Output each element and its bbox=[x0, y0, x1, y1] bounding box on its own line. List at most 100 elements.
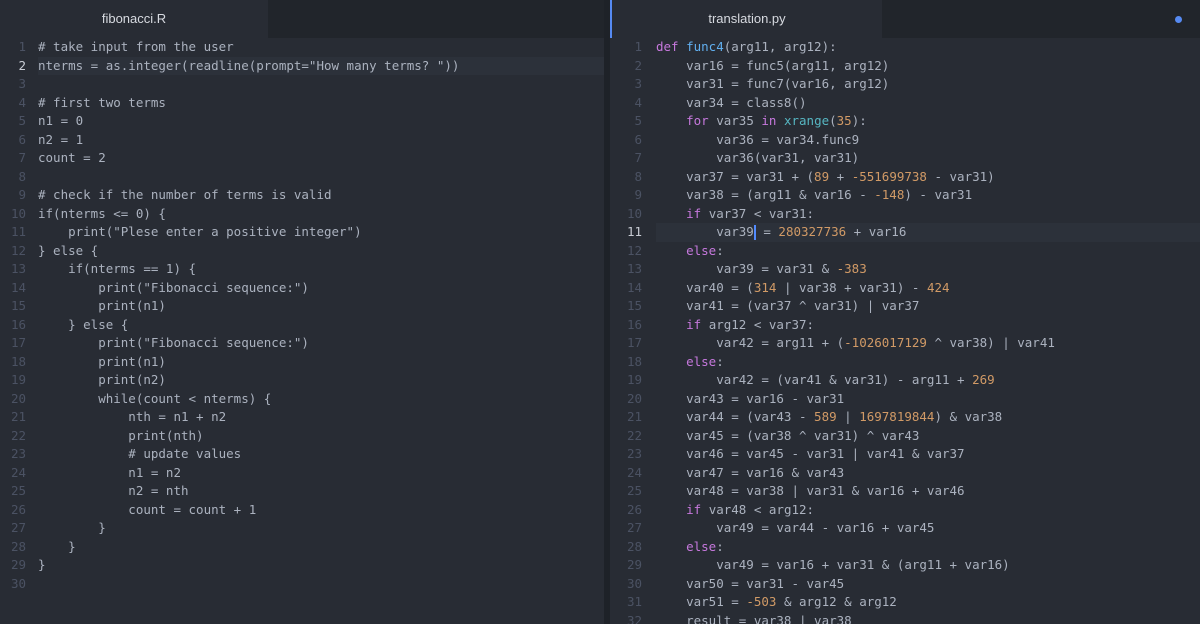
code-line[interactable]: # first two terms bbox=[38, 94, 604, 113]
code-line[interactable]: var41 = (var37 ^ var31) | var37 bbox=[656, 297, 1200, 316]
code-line[interactable]: else: bbox=[656, 353, 1200, 372]
line-number: 28 bbox=[626, 538, 642, 554]
code-line[interactable]: var39 = var31 & -383 bbox=[656, 260, 1200, 279]
line-number: 19 bbox=[10, 372, 26, 387]
code-area[interactable]: def func4(arg11, arg12): var16 = func5(a… bbox=[656, 38, 1200, 624]
line-number: 27 bbox=[626, 520, 642, 535]
code-line[interactable]: if arg12 < var37: bbox=[656, 316, 1200, 335]
code-line[interactable]: def func4(arg11, arg12): bbox=[656, 38, 1200, 57]
line-number: 21 bbox=[626, 409, 642, 424]
code-line[interactable]: var47 = var16 & var43 bbox=[656, 464, 1200, 483]
code-line[interactable]: var43 = var16 - var31 bbox=[656, 390, 1200, 409]
code-line[interactable]: var38 = (arg11 & var16 - -148) - var31 bbox=[656, 186, 1200, 205]
code-area[interactable]: # take input from the user nterms = as.in… bbox=[38, 38, 604, 624]
code-line[interactable]: else: bbox=[656, 538, 1200, 557]
tab-translation-py[interactable]: translation.py bbox=[610, 0, 882, 38]
code-line[interactable]: var46 = var45 - var31 | var41 & var37 bbox=[656, 445, 1200, 464]
code-line[interactable]: print(n1) bbox=[38, 353, 604, 372]
code-line[interactable]: print("Fibonacci sequence:") bbox=[38, 334, 604, 353]
line-number: 31 bbox=[626, 594, 642, 609]
code-line[interactable]: var44 = (var43 - 589 | 1697819844) & var… bbox=[656, 408, 1200, 427]
code-line[interactable]: # check if the number of terms is valid bbox=[38, 186, 604, 205]
line-number: 18 bbox=[626, 353, 642, 369]
code-line[interactable]: n2 = 1 bbox=[38, 131, 604, 150]
line-number: 5 bbox=[634, 113, 642, 128]
code-line[interactable]: print(n1) bbox=[38, 297, 604, 316]
code-line[interactable]: for var35 in xrange(35): bbox=[656, 112, 1200, 131]
line-number: 12 bbox=[626, 242, 642, 258]
code-line[interactable]: count = count + 1 bbox=[38, 501, 604, 520]
code-line[interactable]: nth = n1 + n2 bbox=[38, 408, 604, 427]
code-line[interactable]: else: bbox=[656, 242, 1200, 261]
code-line[interactable]: } bbox=[38, 556, 604, 575]
code-line[interactable]: var34 = class8() bbox=[656, 94, 1200, 113]
line-number: 26 bbox=[626, 501, 642, 517]
left-tab-bar: fibonacci.R bbox=[0, 0, 604, 38]
line-number: 24 bbox=[10, 464, 26, 480]
code-line[interactable]: if var37 < var31: bbox=[656, 205, 1200, 224]
code-line[interactable]: n2 = nth bbox=[38, 482, 604, 501]
code-line[interactable]: # take input from the user bbox=[38, 38, 604, 57]
code-line[interactable]: print("Fibonacci sequence:") bbox=[38, 279, 604, 298]
code-line[interactable]: n1 = 0 bbox=[38, 112, 604, 131]
code-line[interactable]: var50 = var31 - var45 bbox=[656, 575, 1200, 594]
line-number: 10 bbox=[10, 205, 26, 221]
right-tab-bar: translation.py bbox=[610, 0, 1200, 38]
code-line[interactable]: var42 = arg11 + (-1026017129 ^ var38) | … bbox=[656, 334, 1200, 353]
code-line[interactable] bbox=[38, 168, 604, 187]
modified-indicator-icon bbox=[1175, 16, 1182, 23]
line-number: 9 bbox=[18, 187, 26, 202]
line-number: 7 bbox=[634, 150, 642, 165]
code-line[interactable]: # update values bbox=[38, 445, 604, 464]
code-line[interactable]: var39 = 280327736 + var16 bbox=[656, 223, 1200, 242]
line-number: 12 bbox=[10, 242, 26, 258]
right-code-editor[interactable]: 1 2 3 4 5 6 7 8 9 10 11 12 13 14 15 16 17 18 19 20 21 22 23 24 2… bbox=[610, 38, 1200, 624]
code-line[interactable]: print("Plese enter a positive integer") bbox=[38, 223, 604, 242]
code-line[interactable]: } else { bbox=[38, 242, 604, 261]
code-line[interactable]: n1 = n2 bbox=[38, 464, 604, 483]
code-line[interactable]: var45 = (var38 ^ var31) ^ var43 bbox=[656, 427, 1200, 446]
code-line[interactable]: nterms = as.integer(readline(prompt="How… bbox=[38, 56, 604, 75]
code-line[interactable]: var36(var31, var31) bbox=[656, 149, 1200, 168]
code-line[interactable]: var49 = var44 - var16 + var45 bbox=[656, 519, 1200, 538]
tab-title: translation.py bbox=[708, 11, 786, 26]
code-line[interactable]: var40 = (314 | var38 + var31) - 424 bbox=[656, 279, 1200, 298]
code-line[interactable] bbox=[38, 575, 604, 594]
line-number: 20 bbox=[10, 390, 26, 406]
line-number: 30 bbox=[626, 575, 642, 591]
line-number: 16 bbox=[10, 316, 26, 332]
left-code-editor[interactable]: 1 2 3 4 5 6 7 8 9 10 11 12 13 14 15 16 17 18 19 20 21 22 23 24 2… bbox=[0, 38, 604, 624]
line-number: 7 bbox=[18, 150, 26, 165]
line-number: 29 bbox=[626, 557, 642, 572]
line-number: 13 bbox=[626, 261, 642, 276]
code-line[interactable]: var37 = var31 + (89 + -551699738 - var31… bbox=[656, 168, 1200, 187]
tab-fibonacci-r[interactable]: fibonacci.R bbox=[0, 0, 268, 38]
code-line[interactable] bbox=[38, 75, 604, 94]
code-line[interactable]: } else { bbox=[38, 316, 604, 335]
code-line[interactable]: } bbox=[38, 519, 604, 538]
code-line[interactable]: var31 = func7(var16, arg12) bbox=[656, 75, 1200, 94]
code-line[interactable]: print(n2) bbox=[38, 371, 604, 390]
line-number: 23 bbox=[626, 446, 642, 461]
code-line[interactable]: if(nterms == 1) { bbox=[38, 260, 604, 279]
code-line[interactable]: print(nth) bbox=[38, 427, 604, 446]
code-line[interactable]: var36 = var34.func9 bbox=[656, 131, 1200, 150]
code-line[interactable]: result = var38 | var38 bbox=[656, 612, 1200, 624]
code-line[interactable]: var16 = func5(arg11, arg12) bbox=[656, 57, 1200, 76]
code-line[interactable]: var42 = (var41 & var31) - arg11 + 269 bbox=[656, 371, 1200, 390]
code-line[interactable]: if(nterms <= 0) { bbox=[38, 205, 604, 224]
line-number: 3 bbox=[634, 76, 642, 91]
code-line[interactable]: var51 = -503 & arg12 & arg12 bbox=[656, 593, 1200, 612]
code-line[interactable]: } bbox=[38, 538, 604, 557]
code-line[interactable]: while(count < nterms) { bbox=[38, 390, 604, 409]
code-line[interactable]: var49 = var16 + var31 & (arg11 + var16) bbox=[656, 556, 1200, 575]
line-number: 6 bbox=[634, 131, 642, 147]
code-line[interactable]: count = 2 bbox=[38, 149, 604, 168]
line-number: 17 bbox=[626, 335, 642, 350]
line-number: 17 bbox=[10, 335, 26, 350]
code-line[interactable]: if var48 < arg12: bbox=[656, 501, 1200, 520]
code-line[interactable]: var48 = var38 | var31 & var16 + var46 bbox=[656, 482, 1200, 501]
line-number: 26 bbox=[10, 501, 26, 517]
line-number: 1 bbox=[634, 39, 642, 54]
line-number: 19 bbox=[626, 372, 642, 387]
